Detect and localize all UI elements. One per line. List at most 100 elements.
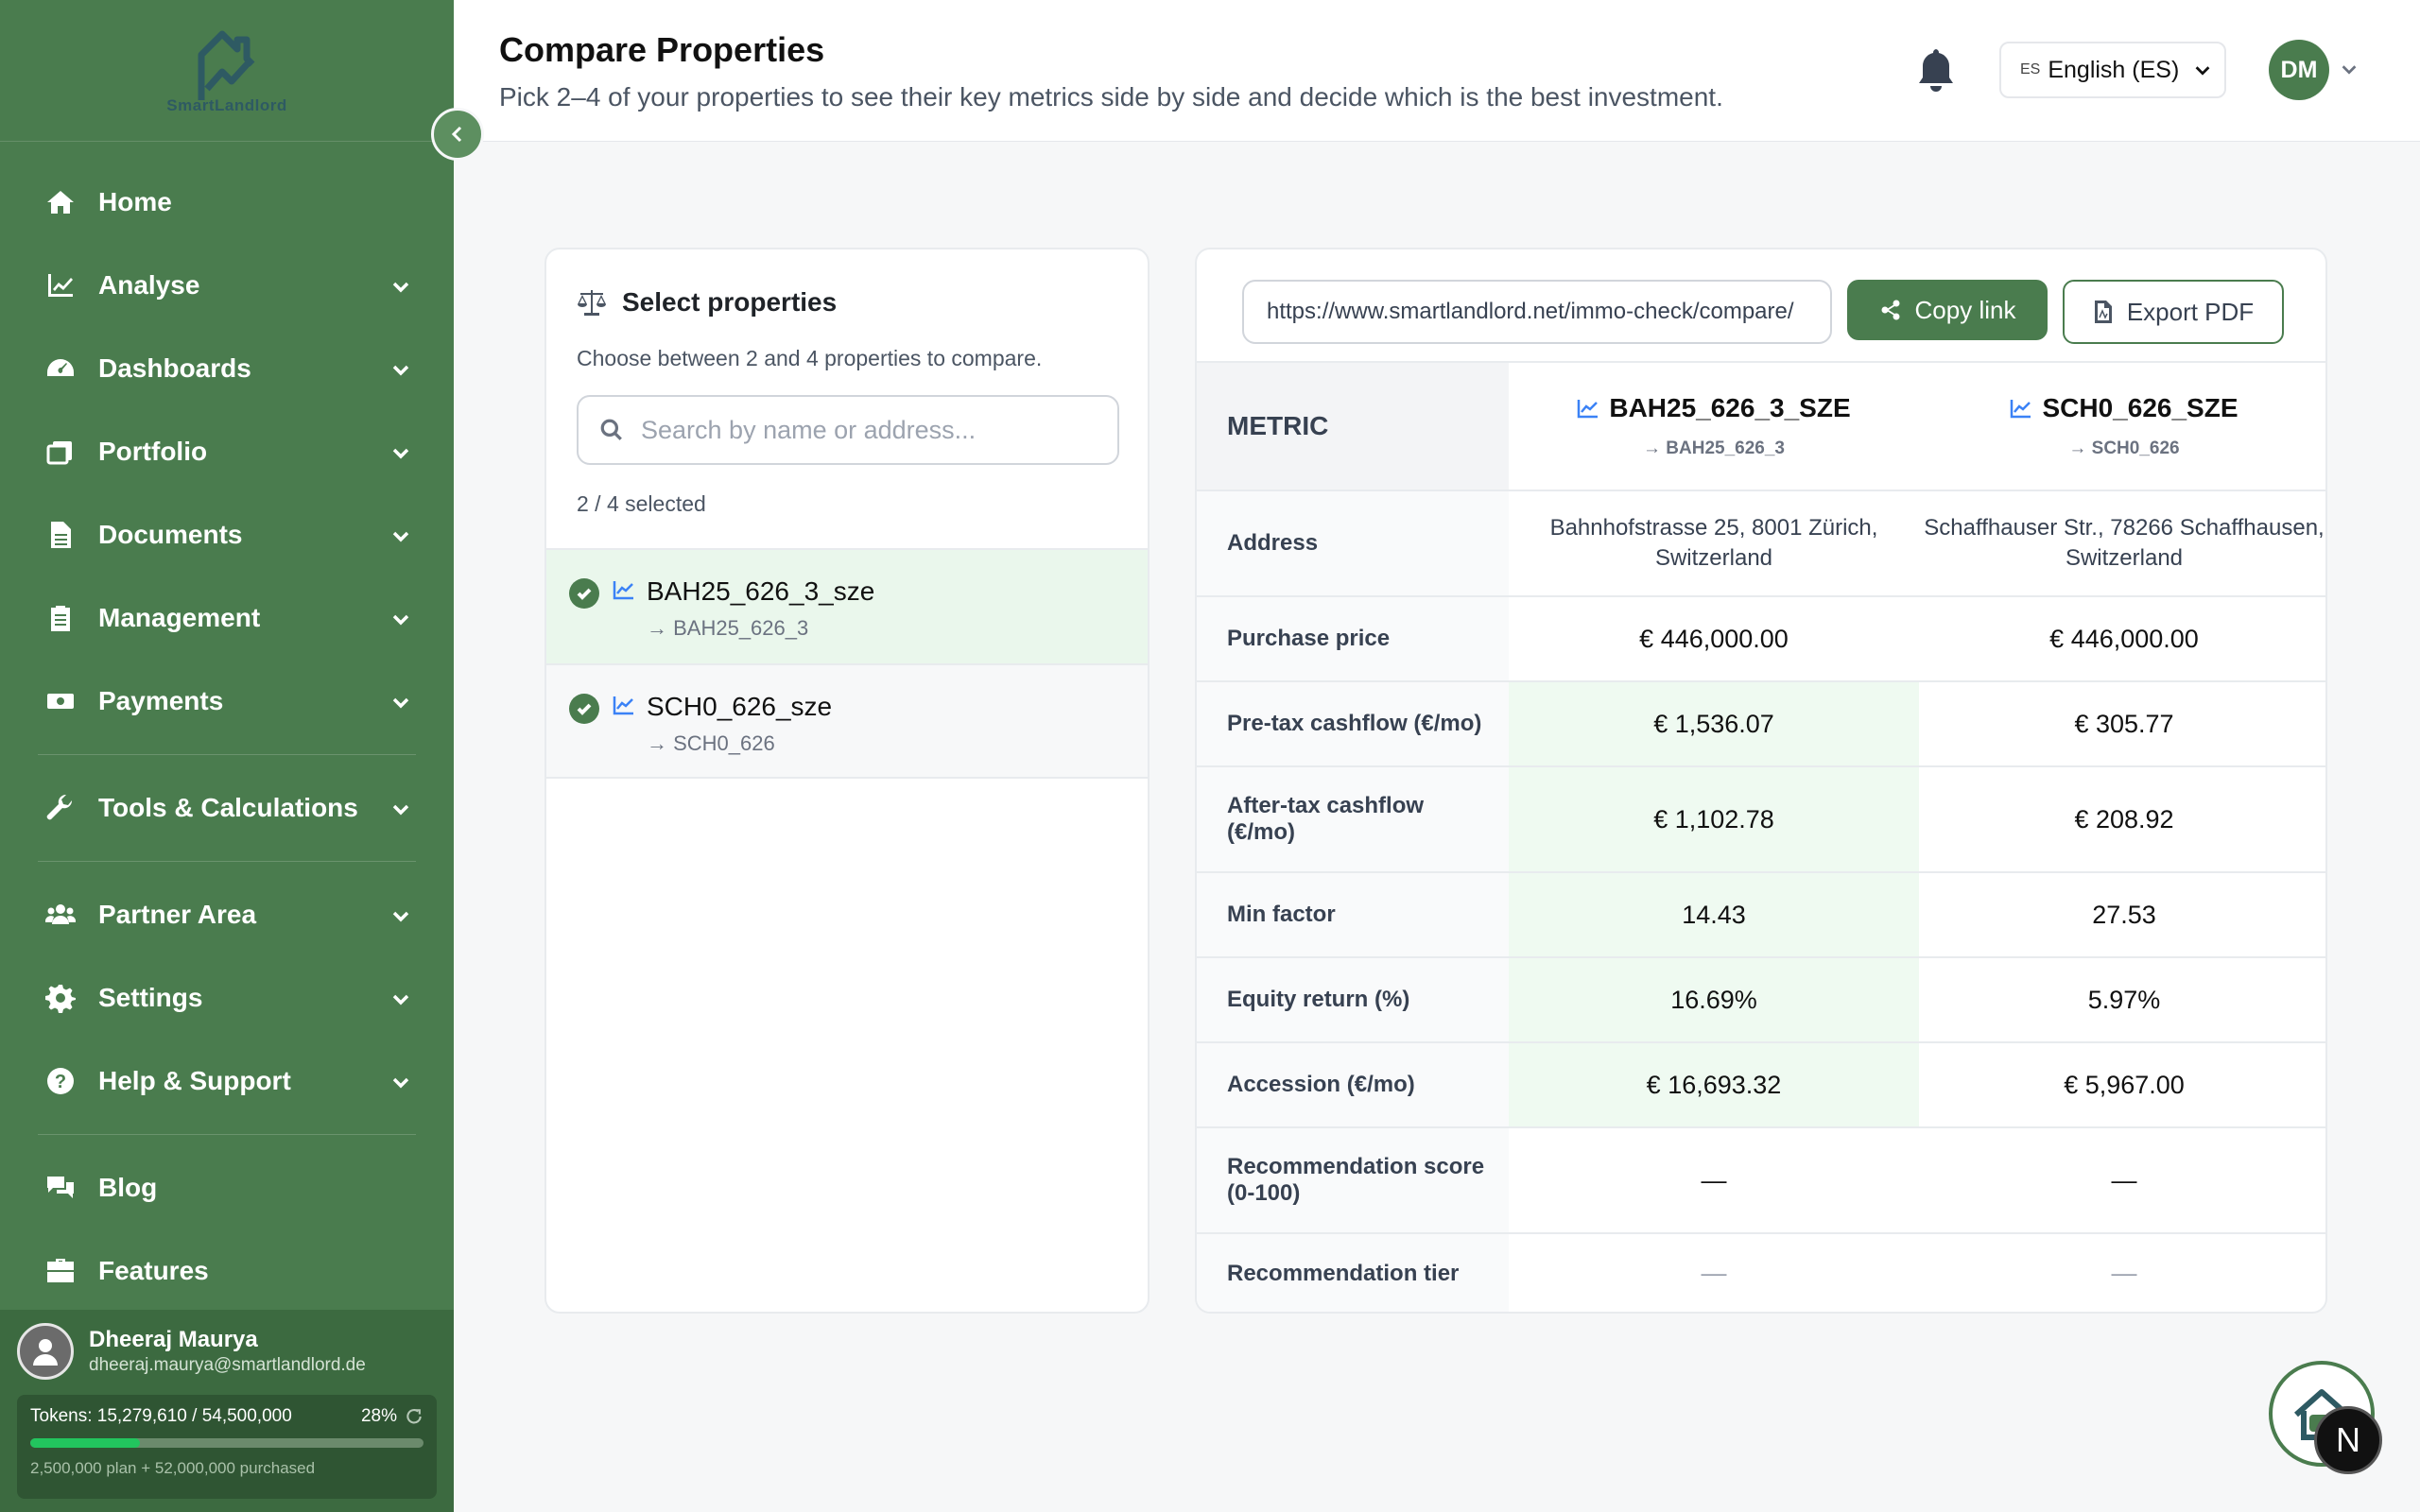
pdf-file-icon	[2094, 301, 2112, 323]
sidebar-item-label: Dashboards	[98, 353, 251, 383]
sidebar-item-help-support[interactable]: ? Help & Support	[0, 1040, 454, 1123]
tokens-progress-bar	[30, 1438, 424, 1448]
metric-label: Purchase price	[1197, 595, 1509, 681]
sidebar-item-partner-area[interactable]: Partner Area	[0, 873, 454, 956]
chevron-down-icon	[2195, 66, 2210, 76]
metric-value: —	[1509, 1126, 1919, 1233]
n-badge[interactable]: N	[2314, 1406, 2382, 1474]
question-icon: ?	[43, 1064, 78, 1098]
metric-value: —	[1919, 1232, 2325, 1312]
property-name: SCH0_626_sze	[647, 692, 833, 721]
chevron-down-icon	[389, 440, 412, 463]
user-avatar[interactable]	[17, 1323, 74, 1380]
table-row: Pre-tax cashflow (€/mo) € 1,536.07 € 305…	[1197, 680, 2325, 766]
export-pdf-button[interactable]: Export PDF	[2063, 280, 2284, 344]
check-circle-icon	[569, 578, 599, 609]
share-url-field[interactable]: https://www.smartlandlord.net/immo-check…	[1242, 280, 1832, 344]
nav-divider	[38, 861, 416, 862]
property-list-item[interactable]: SCH0_626_sze → SCH0_626	[546, 663, 1148, 779]
metric-value-best: € 16,693.32	[1509, 1041, 1919, 1127]
sidebar-item-label: Management	[98, 603, 261, 632]
briefcase-icon	[43, 1254, 78, 1288]
column-sub: → BAH25_626_3	[1643, 438, 1785, 458]
metric-value-best: 16.69%	[1509, 956, 1919, 1042]
logo-icon	[198, 30, 255, 100]
metric-value: € 446,000.00	[1919, 595, 2325, 681]
chevron-down-icon	[389, 1070, 412, 1092]
metric-value: Schaffhauser Str., 78266 Schaffhausen, S…	[1919, 490, 2325, 596]
sidebar-item-home[interactable]: Home	[0, 161, 454, 244]
logo[interactable]: SmartLandlord	[0, 0, 454, 142]
users-icon	[43, 898, 78, 932]
property-column-header: SCH0_626_SZE → SCH0_626	[1919, 361, 2325, 490]
user-icon	[33, 1339, 58, 1366]
metric-label: Recommendation score (0-100)	[1197, 1126, 1509, 1233]
sidebar-item-label: Settings	[98, 983, 203, 1012]
sidebar-item-portfolio[interactable]: Portfolio	[0, 410, 454, 493]
metric-label: Address	[1197, 490, 1509, 596]
metric-value: —	[1919, 1126, 2325, 1233]
metric-label: Accession (€/mo)	[1197, 1041, 1509, 1127]
table-row: Purchase price € 446,000.00 € 446,000.00	[1197, 595, 2325, 681]
page-header: Compare Properties Pick 2–4 of your prop…	[454, 0, 2420, 142]
sidebar-item-management[interactable]: Management	[0, 576, 454, 660]
select-properties-heading: Select properties	[577, 287, 837, 318]
sidebar: SmartLandlord Home Analyse Dashboards Po…	[0, 0, 454, 1512]
select-properties-title: Select properties	[622, 287, 838, 317]
check-circle-icon	[569, 694, 599, 724]
chevron-down-icon	[2342, 65, 2357, 75]
language-selector[interactable]: ES English (ES)	[1999, 42, 2226, 98]
sidebar-item-dashboards[interactable]: Dashboards	[0, 327, 454, 410]
table-row: Recommendation tier — —	[1197, 1232, 2325, 1312]
chart-line-icon	[43, 268, 78, 302]
search-input[interactable]	[641, 415, 1095, 445]
property-sub: → SCH0_626	[647, 731, 775, 755]
metric-column-header: METRIC	[1197, 361, 1509, 490]
account-avatar[interactable]: DM	[2269, 40, 2329, 100]
metric-value: € 208.92	[1919, 765, 2325, 872]
sidebar-item-features[interactable]: Features	[0, 1229, 454, 1313]
property-column-header: BAH25_626_3_SZE → BAH25_626_3	[1509, 361, 1919, 490]
sidebar-item-payments[interactable]: Payments	[0, 660, 454, 743]
home-icon	[43, 185, 78, 219]
clipboard-icon	[43, 601, 78, 635]
refresh-icon[interactable]	[405, 1407, 424, 1426]
page-title: Compare Properties	[499, 30, 825, 69]
sidebar-item-documents[interactable]: Documents	[0, 493, 454, 576]
metric-value: € 305.77	[1919, 680, 2325, 766]
column-name: SCH0_626_SZE	[2042, 393, 2238, 422]
user-email: dheeraj.maurya@smartlandlord.de	[89, 1355, 366, 1375]
table-row: Min factor 14.43 27.53	[1197, 871, 2325, 957]
table-row: Address Bahnhofstrasse 25, 8001 Zürich, …	[1197, 490, 2325, 596]
copy-link-label: Copy link	[1914, 295, 2016, 324]
chevron-down-icon	[389, 690, 412, 713]
sidebar-item-label: Blog	[98, 1173, 158, 1202]
sidebar-item-tools-calculations[interactable]: Tools & Calculations	[0, 766, 454, 850]
sidebar-item-analyse[interactable]: Analyse	[0, 244, 454, 327]
user-name: Dheeraj Maurya	[89, 1327, 258, 1352]
notifications-button[interactable]	[1915, 47, 1957, 94]
table-row: After-tax cashflow (€/mo) € 1,102.78 € 2…	[1197, 765, 2325, 872]
sidebar-item-label: Documents	[98, 520, 243, 549]
wrench-icon	[43, 791, 78, 825]
metric-value-best: € 1,536.07	[1509, 680, 1919, 766]
chevron-left-icon	[451, 126, 462, 143]
metric-value: € 5,967.00	[1919, 1041, 2325, 1127]
metric-value: 5.97%	[1919, 956, 2325, 1042]
sidebar-item-blog[interactable]: Blog	[0, 1146, 454, 1229]
search-box	[577, 395, 1119, 465]
document-icon	[43, 518, 78, 552]
property-list-item[interactable]: BAH25_626_3_sze → BAH25_626_3	[546, 548, 1148, 663]
metric-value: —	[1509, 1232, 1919, 1312]
metric-value: 27.53	[1919, 871, 2325, 957]
column-sub: → SCH0_626	[2068, 438, 2180, 458]
account-menu-chevron[interactable]	[2339, 59, 2360, 79]
chevron-down-icon	[389, 903, 412, 926]
sidebar-item-settings[interactable]: Settings	[0, 956, 454, 1040]
sidebar-item-label: Payments	[98, 686, 224, 715]
portfolio-icon	[43, 435, 78, 469]
sidebar-item-label: Portfolio	[98, 437, 208, 466]
chart-line-icon	[613, 694, 635, 716]
collapse-sidebar-button[interactable]	[431, 108, 484, 161]
copy-link-button[interactable]: Copy link	[1847, 280, 2048, 340]
